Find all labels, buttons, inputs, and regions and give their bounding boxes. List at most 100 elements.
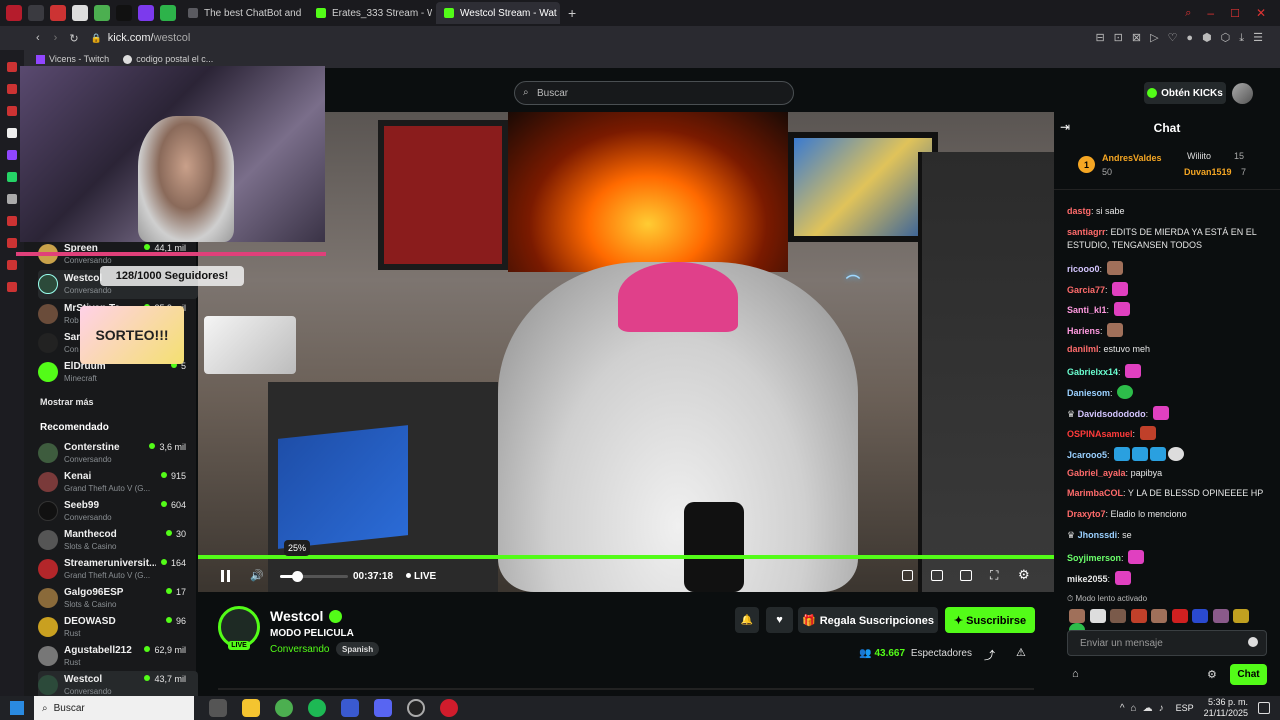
browser-tab-active[interactable]: Westcol Stream - Wat	[436, 2, 560, 24]
volume-knob[interactable]	[292, 571, 303, 582]
new-tab-button[interactable]: +	[568, 5, 576, 21]
recommended-channel[interactable]: Streameruniversit... Grand Theft Auto V …	[38, 555, 198, 584]
settings-gear-icon[interactable]: ⚙	[1018, 567, 1030, 583]
pinned-tab-icon[interactable]	[160, 5, 176, 21]
avatar[interactable]	[1232, 83, 1253, 104]
recommended-channel[interactable]: Conterstine Conversando 3,6 mil	[38, 439, 198, 468]
system-tray-icons[interactable]: ^⌂☁♪	[1120, 703, 1170, 714]
gift-subs-button[interactable]: 🎁 Regala Suscripciones	[798, 607, 938, 633]
chat-message: ESTUDIO, TENGANSEN TODOS	[1067, 240, 1203, 250]
stream-category[interactable]: Conversando	[270, 644, 329, 655]
pause-icon[interactable]	[220, 570, 232, 582]
sidebar-app-icon[interactable]	[7, 150, 17, 160]
taskbar-search-input[interactable]: ⌕ Buscar	[34, 696, 194, 720]
recommended-channel[interactable]: Agustabell212 Rust 62,9 mil	[38, 642, 198, 671]
discord-icon[interactable]	[374, 699, 392, 717]
sidebar-app-icon[interactable]	[7, 238, 17, 248]
leader-points: 7	[1241, 167, 1247, 177]
avatar	[38, 617, 58, 637]
windows-start-icon[interactable]	[10, 701, 24, 715]
url-path: westcol	[153, 32, 191, 44]
chrome-icon[interactable]	[94, 5, 110, 21]
chat-message: Gabrielxx14:	[1067, 364, 1142, 378]
notifications-icon[interactable]	[1258, 702, 1270, 714]
chat-settings-gear-icon[interactable]: ⚙	[1207, 668, 1217, 681]
follow-button[interactable]: ♥	[766, 607, 793, 633]
sidebar-app-icon[interactable]	[7, 172, 17, 182]
subscribe-button[interactable]: ✦ Suscribirse	[945, 607, 1035, 633]
browser-tab[interactable]: The best ChatBot and Wi	[180, 2, 304, 24]
chat-message: Soyjimerson:	[1067, 550, 1145, 564]
windows-taskbar: ⌕ Buscar ^⌂☁♪ ESP 5:36 p. m. 21/11/2025	[0, 696, 1280, 720]
chat-store-icon[interactable]: ⌂	[1072, 668, 1079, 680]
channel-name[interactable]: Westcol	[270, 608, 323, 624]
bookmark-google[interactable]: codigo postal el c...	[123, 54, 213, 64]
spotify-icon[interactable]	[308, 699, 326, 717]
sidebar-app-icon[interactable]	[7, 194, 17, 204]
chat-message: Draxyto7: Eladio lo menciono	[1067, 509, 1187, 519]
recommended-channel[interactable]: Galgo96ESP Slots & Casino 17	[38, 584, 198, 613]
taskview-icon[interactable]	[209, 699, 227, 717]
report-icon[interactable]: ⚠	[1016, 646, 1026, 659]
notifications-button[interactable]: 🔔	[735, 607, 759, 633]
pinned-tab-icon[interactable]	[50, 5, 66, 21]
progress-bar[interactable]	[198, 555, 1054, 559]
chat-message: Garcia77:	[1067, 282, 1129, 296]
opera-icon[interactable]	[440, 699, 458, 717]
search-tabs-icon[interactable]: ⌕	[1185, 7, 1191, 20]
tiktok-icon[interactable]	[116, 5, 132, 21]
get-kicks-button[interactable]: Obtén KICKs	[1144, 82, 1226, 104]
video-player[interactable]: ⌒ 🔊 25% 00:37:18 LIVE ⛶ ⚙	[198, 112, 1054, 592]
lock-icon: 🔒	[90, 32, 102, 43]
volume-icon[interactable]: 🔊	[250, 569, 264, 582]
address-input[interactable]: kick.com/westcol	[108, 32, 191, 44]
close-window-icon[interactable]: ✕	[1256, 6, 1266, 20]
show-more-link[interactable]: Mostrar más	[40, 397, 94, 407]
sidebar-app-icon[interactable]	[7, 260, 17, 270]
maximize-icon[interactable]: ☐	[1230, 7, 1240, 20]
send-chat-button[interactable]: Chat	[1230, 664, 1267, 685]
workspace-icon[interactable]	[28, 5, 44, 21]
clip-icon[interactable]	[902, 570, 913, 581]
browser-tab[interactable]: Erates_333 Stream - Wat	[308, 2, 432, 24]
sidebar-app-icon[interactable]	[7, 216, 17, 226]
opera-menu-icon[interactable]	[6, 5, 22, 21]
pinned-tab-icon[interactable]	[138, 5, 154, 21]
language-tag[interactable]: Spanish	[336, 642, 380, 656]
app-icon[interactable]	[341, 699, 359, 717]
emote-icon	[1139, 426, 1156, 440]
sidebar-app-icon[interactable]	[7, 106, 17, 116]
volume-slider[interactable]	[280, 571, 348, 582]
file-explorer-icon[interactable]	[242, 699, 260, 717]
back-icon[interactable]: ‹	[36, 32, 40, 44]
sidebar-app-icon[interactable]	[7, 128, 17, 138]
chat-input[interactable]: Enviar un mensaje	[1067, 630, 1267, 656]
bookmark-twitch[interactable]: Vicens - Twitch	[36, 54, 109, 64]
viewers-icon: 👥	[859, 648, 872, 659]
sidebar-app-icon[interactable]	[7, 282, 17, 292]
emoji-icon[interactable]	[1248, 637, 1258, 647]
recommended-channel[interactable]: Seeb99 Conversando 604	[38, 497, 198, 526]
minimize-icon[interactable]: –	[1207, 6, 1214, 20]
search-input[interactable]: ⌕ Buscar	[514, 81, 794, 105]
language-indicator[interactable]: ESP	[1176, 703, 1194, 713]
recommended-channel[interactable]: Manthecod Slots & Casino 30	[38, 526, 198, 555]
recommended-channel[interactable]: DEOWASD Rust 96	[38, 613, 198, 642]
reload-icon[interactable]: ↻	[69, 32, 78, 45]
theater-icon[interactable]	[931, 570, 943, 581]
chrome-icon[interactable]	[275, 699, 293, 717]
obs-icon[interactable]	[407, 699, 425, 717]
wall-frame-left	[378, 120, 508, 270]
taskbar-clock[interactable]: 5:36 p. m. 21/11/2025	[1204, 697, 1248, 719]
recommended-channel[interactable]: Kenai Grand Theft Auto V (G... 915	[38, 468, 198, 497]
extensions-icons[interactable]: ⊟⊡⊠▷♡●⬢⬡⤓☰	[1095, 31, 1272, 45]
share-icon[interactable]: ⤴	[984, 647, 995, 663]
sidebar-app-icon[interactable]	[7, 62, 17, 72]
gmail-icon[interactable]	[72, 5, 88, 21]
forward-icon[interactable]: ›	[54, 32, 58, 44]
spreen-live-bar	[16, 252, 326, 256]
sidebar-app-icon[interactable]	[7, 84, 17, 94]
chat-panel: ⇥ Chat 1 AndresValdes 50 Wiliito 15 Duva…	[1054, 112, 1280, 696]
fullscreen-icon[interactable]: ⛶	[990, 568, 998, 583]
pip-icon[interactable]	[960, 570, 972, 581]
